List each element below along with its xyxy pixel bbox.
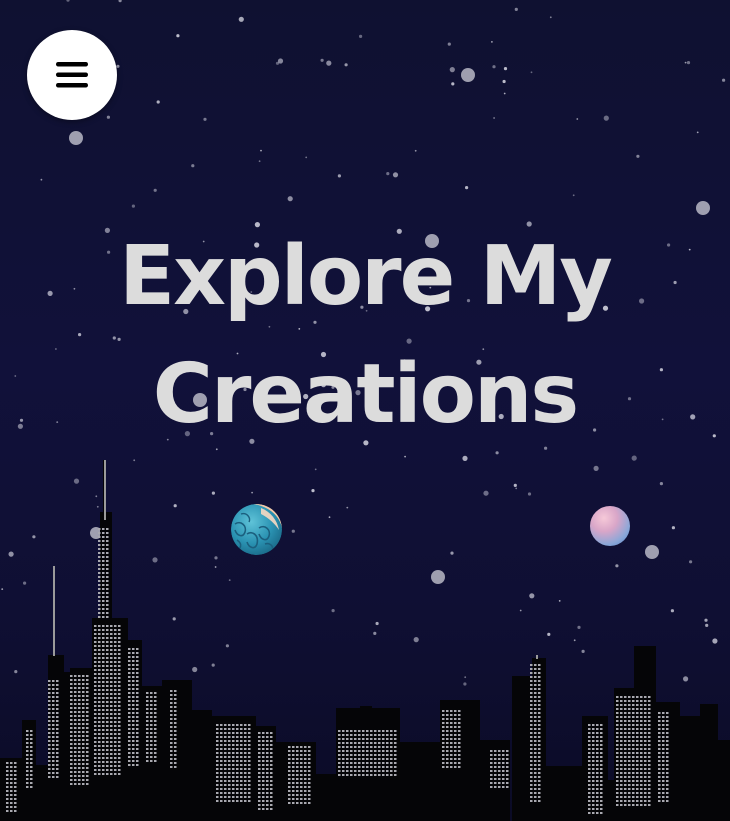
headline-line-2: Creations (152, 347, 579, 442)
city-skyline-icon (0, 460, 730, 821)
headline-line-1: Explore My (119, 229, 613, 324)
hamburger-menu-icon (56, 62, 88, 88)
menu-button[interactable] (27, 30, 117, 120)
page-title: Explore My Creations (0, 218, 730, 454)
hero-scene: Explore My Creations (0, 0, 730, 821)
